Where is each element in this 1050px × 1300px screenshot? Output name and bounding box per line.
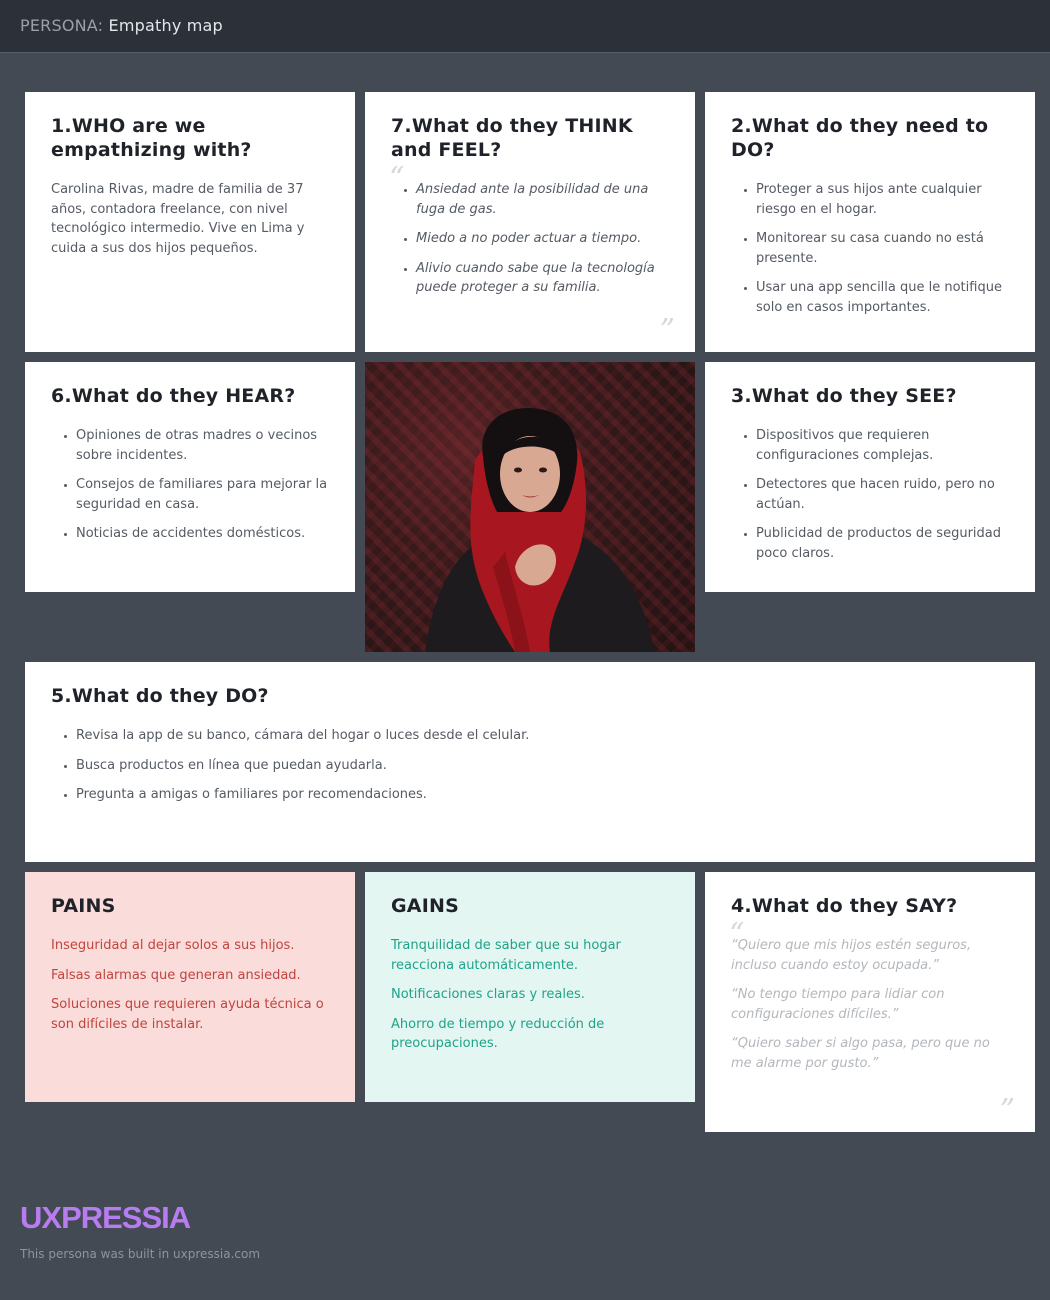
card-need-do: 2.What do they need to DO? Proteger a su… [705, 92, 1035, 352]
list-item: Proteger a sus hijos ante cualquier ries… [756, 180, 1009, 219]
need-do-list: Proteger a sus hijos ante cualquier ries… [731, 180, 1009, 317]
list-item: Usar una app sencilla que le notifique s… [756, 278, 1009, 317]
say-list: “Quiero que mis hijos estén seguros, inc… [731, 936, 1009, 1073]
persona-photo [365, 362, 695, 652]
list-item: “No tengo tiempo para lidiar con configu… [731, 987, 945, 1022]
quote-close-icon: ” [999, 1093, 1015, 1128]
card-pains-title: PAINS [51, 895, 116, 917]
card-say: 4.What do they SAY? “ “Quiero que mis hi… [705, 872, 1035, 1132]
list-item: Soluciones que requieren ayuda técnica o… [51, 997, 324, 1032]
list-item: Consejos de familiares para mejorar la s… [76, 475, 329, 514]
list-item: Monitorear su casa cuando no está presen… [756, 229, 1009, 268]
quote-open-icon: “ [389, 161, 405, 196]
list-item: “Quiero que mis hijos estén seguros, inc… [731, 938, 972, 973]
card-think-feel: 7.What do they THINK and FEEL? “ Ansieda… [365, 92, 695, 352]
uxpressia-logo[interactable]: UXPRESSIA [20, 1200, 191, 1236]
think-feel-list: Ansiedad ante la posibilidad de una fuga… [391, 180, 669, 298]
list-item: Publicidad de productos de seguridad poc… [756, 524, 1009, 563]
card-hear-title: 6.What do they HEAR? [51, 385, 296, 407]
card-gains: GAINS Tranquilidad de saber que su hogar… [365, 872, 695, 1102]
card-hear: 6.What do they HEAR? Opiniones de otras … [25, 362, 355, 592]
page-title: PERSONA: Empathy map [20, 16, 223, 35]
list-item: Pregunta a amigas o familiares por recom… [76, 785, 1009, 805]
hear-list: Opiniones de otras madres o vecinos sobr… [51, 426, 329, 544]
list-item: Revisa la app de su banco, cámara del ho… [76, 726, 1009, 746]
list-item: Ahorro de tiempo y reducción de preocupa… [391, 1016, 605, 1052]
card-see: 3.What do they SEE? Dispositivos que req… [705, 362, 1035, 592]
list-item: “Quiero saber si algo pasa, pero que no … [731, 1036, 990, 1071]
list-item: Noticias de accidentes domésticos. [76, 524, 329, 544]
card-who-title: 1.WHO are we empathizing with? [51, 115, 252, 161]
list-item: Falsas alarmas que generan ansiedad. [51, 967, 301, 983]
quote-close-icon: ” [659, 313, 675, 348]
list-item: Opiniones de otras madres o vecinos sobr… [76, 426, 329, 465]
card-do: 5.What do they DO? Revisa la app de su b… [25, 662, 1035, 862]
card-gains-title: GAINS [391, 895, 459, 917]
header-bar: PERSONA: Empathy map [0, 0, 1050, 53]
card-see-title: 3.What do they SEE? [731, 385, 957, 407]
list-item: Notificaciones claras y reales. [391, 987, 585, 1002]
list-item: Ansiedad ante la posibilidad de una fuga… [416, 180, 669, 219]
pains-list: Inseguridad al dejar solos a sus hijos. … [51, 936, 329, 1034]
card-who: 1.WHO are we empathizing with? Carolina … [25, 92, 355, 352]
title-prefix: PERSONA: [20, 16, 104, 35]
list-item: Dispositivos que requieren configuracion… [756, 426, 1009, 465]
list-item: Inseguridad al dejar solos a sus hijos. [51, 938, 295, 953]
footer-note: This persona was built in uxpressia.com [20, 1247, 261, 1261]
card-need-do-title: 2.What do they need to DO? [731, 115, 989, 161]
list-item: Tranquilidad de saber que su hogar reacc… [391, 938, 621, 973]
list-item: Busca productos en línea que puedan ayud… [76, 756, 1009, 776]
persona-figure [425, 407, 655, 652]
do-list: Revisa la app de su banco, cámara del ho… [51, 726, 1009, 805]
title-name: Empathy map [108, 16, 223, 35]
quote-open-icon: “ [729, 917, 745, 952]
see-list: Dispositivos que requieren configuracion… [731, 426, 1009, 563]
card-pains: PAINS Inseguridad al dejar solos a sus h… [25, 872, 355, 1102]
list-item: Alivio cuando sabe que la tecnología pue… [416, 259, 669, 298]
list-item: Detectores que hacen ruido, pero no actú… [756, 475, 1009, 514]
list-item: Miedo a no poder actuar a tiempo. [416, 229, 669, 249]
gains-list: Tranquilidad de saber que su hogar reacc… [391, 936, 669, 1054]
card-say-title: 4.What do they SAY? [731, 895, 958, 917]
card-who-body: Carolina Rivas, madre de familia de 37 a… [51, 182, 305, 256]
card-think-feel-title: 7.What do they THINK and FEEL? [391, 115, 633, 161]
card-do-title: 5.What do they DO? [51, 685, 269, 707]
